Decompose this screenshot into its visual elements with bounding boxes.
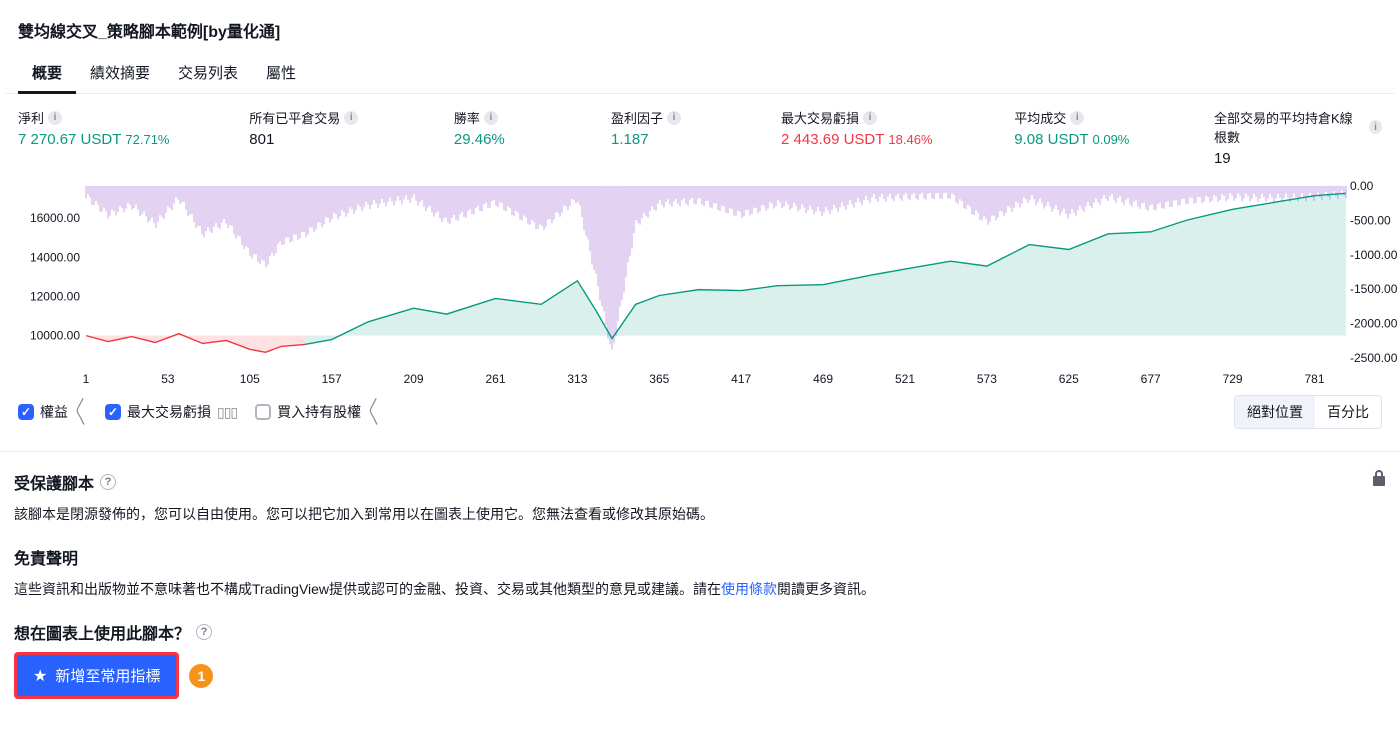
scale-toggle: 絕對位置 百分比 <box>1234 395 1382 429</box>
lock-icon <box>1372 470 1386 489</box>
line-sample-icon: 〳〵 <box>74 402 87 422</box>
legend-label: 買入持有股權 <box>277 402 361 422</box>
svg-text:105: 105 <box>240 372 260 386</box>
terms-link[interactable]: 使用條款 <box>721 581 777 597</box>
metric-0: 淨利i 7 270.67 USDT72.71% <box>18 108 249 167</box>
tabs-row: 概要績效摘要交易列表屬性 <box>6 52 1394 94</box>
svg-text:729: 729 <box>1223 372 1243 386</box>
title-suffix: [by量化通] <box>203 24 280 41</box>
info-icon[interactable]: i <box>1070 111 1084 125</box>
svg-text:14000.00: 14000.00 <box>30 250 80 264</box>
svg-text:677: 677 <box>1141 372 1161 386</box>
checkbox-icon: ✓ <box>105 404 121 420</box>
tab-2[interactable]: 交易列表 <box>164 52 252 93</box>
script-info-panel: 受保護腳本 ? 該腳本是閉源發佈的，您可以自由使用。您可以把它加入到常用以在圖表… <box>0 451 1400 747</box>
svg-text:10000.00: 10000.00 <box>30 329 80 343</box>
legend-drawdown[interactable]: ✓ 最大交易虧損 ▯▯▯ <box>105 402 237 422</box>
metric-label: 淨利i <box>18 108 249 127</box>
protected-title: 受保護腳本 ? <box>14 470 1386 494</box>
svg-text:1: 1 <box>83 372 90 386</box>
svg-text:-500.00: -500.00 <box>1350 213 1391 227</box>
svg-text:12000.00: 12000.00 <box>30 289 80 303</box>
strategy-tester-panel: 雙均線交叉_策略腳本範例[by量化通] 概要績效摘要交易列表屬性 淨利i 7 27… <box>0 0 1400 433</box>
button-label: 新增至常用指標 <box>55 665 160 686</box>
disclaimer-text: 這些資訊和出版物並不意味著也不構成TradingView提供或認可的金融、投資、… <box>14 577 1386 602</box>
metric-label: 平均成交i <box>1014 108 1214 127</box>
svg-text:261: 261 <box>485 372 505 386</box>
line-sample-icon: 〳〵 <box>367 402 380 422</box>
disclaimer-section: 免責聲明 這些資訊和出版物並不意味著也不構成TradingView提供或認可的金… <box>14 545 1386 602</box>
metric-5: 平均成交i 9.08 USDT0.09% <box>1014 108 1214 167</box>
svg-text:625: 625 <box>1059 372 1079 386</box>
svg-text:781: 781 <box>1304 372 1324 386</box>
info-icon[interactable]: i <box>1369 120 1382 134</box>
metric-value: 29.46% <box>454 131 611 148</box>
svg-text:573: 573 <box>977 372 997 386</box>
add-to-favorites-button[interactable]: ★ 新增至常用指標 <box>14 652 179 699</box>
svg-text:365: 365 <box>649 372 669 386</box>
svg-text:209: 209 <box>404 372 424 386</box>
metric-label: 全部交易的平均持倉K線根數i <box>1214 108 1382 146</box>
svg-text:-1000.00: -1000.00 <box>1350 248 1398 262</box>
info-icon[interactable]: i <box>863 111 877 125</box>
info-icon[interactable]: i <box>667 111 681 125</box>
tab-3[interactable]: 屬性 <box>252 52 310 93</box>
equity-chart[interactable]: 10000.00 12000.00 14000.00 16000.00 0.00 -500… <box>18 177 1394 387</box>
svg-text:521: 521 <box>895 372 915 386</box>
use-script-title: 想在圖表上使用此腳本？ ? <box>14 620 1386 644</box>
metrics-row: 淨利i 7 270.67 USDT72.71%所有已平倉交易i 801勝率i 29.4… <box>6 94 1394 167</box>
protected-section: 受保護腳本 ? 該腳本是閉源發佈的，您可以自由使用。您可以把它加入到常用以在圖表… <box>14 470 1386 527</box>
toggle-percent[interactable]: 百分比 <box>1315 396 1381 428</box>
svg-text:469: 469 <box>813 372 833 386</box>
info-icon[interactable]: i <box>484 111 498 125</box>
bar-sample-icon: ▯▯▯ <box>217 404 237 421</box>
legend-label: 權益 <box>40 402 68 422</box>
help-icon[interactable]: ? <box>196 624 212 640</box>
svg-text:-2500.00: -2500.00 <box>1350 351 1398 365</box>
metric-6: 全部交易的平均持倉K線根數i 19 <box>1214 108 1382 167</box>
svg-text:53: 53 <box>161 372 175 386</box>
legend-label: 最大交易虧損 <box>127 402 211 422</box>
checkbox-icon: ✓ <box>18 404 34 420</box>
tab-1[interactable]: 績效摘要 <box>76 52 164 93</box>
use-script-section: 想在圖表上使用此腳本？ ? ★ 新增至常用指標 1 <box>14 620 1386 699</box>
page-title: 雙均線交叉_策略腳本範例[by量化通] <box>6 0 1394 46</box>
metric-2: 勝率i 29.46% <box>454 108 611 167</box>
metric-value: 801 <box>249 131 454 148</box>
metric-value: 9.08 USDT0.09% <box>1014 131 1214 148</box>
svg-text:313: 313 <box>567 372 587 386</box>
action-row: ★ 新增至常用指標 1 <box>14 652 1386 699</box>
metric-3: 盈利因子i 1.187 <box>611 108 781 167</box>
toggle-absolute[interactable]: 絕對位置 <box>1235 396 1315 428</box>
legend-equity[interactable]: ✓ 權益 〳〵 <box>18 402 87 422</box>
svg-text:0.00: 0.00 <box>1350 179 1374 193</box>
tab-0[interactable]: 概要 <box>18 52 76 93</box>
metric-value: 7 270.67 USDT72.71% <box>18 131 249 148</box>
svg-text:417: 417 <box>731 372 751 386</box>
metric-label: 最大交易虧損i <box>781 108 1014 127</box>
svg-text:16000.00: 16000.00 <box>30 211 80 225</box>
callout-badge: 1 <box>189 664 213 688</box>
disclaimer-title: 免責聲明 <box>14 545 1386 569</box>
legend-buyhold[interactable]: 買入持有股權 〳〵 <box>255 402 380 422</box>
help-icon[interactable]: ? <box>100 474 116 490</box>
svg-text:-1500.00: -1500.00 <box>1350 282 1398 296</box>
metric-4: 最大交易虧損i 2 443.69 USDT18.46% <box>781 108 1014 167</box>
title-main: 雙均線交叉_策略腳本範例 <box>18 24 203 41</box>
checkbox-icon <box>255 404 271 420</box>
metric-value: 19 <box>1214 150 1382 167</box>
protected-desc: 該腳本是閉源發佈的，您可以自由使用。您可以把它加入到常用以在圖表上使用它。您無法… <box>14 502 1386 527</box>
metric-value: 2 443.69 USDT18.46% <box>781 131 1014 148</box>
svg-text:-2000.00: -2000.00 <box>1350 317 1398 331</box>
star-icon: ★ <box>33 666 47 686</box>
metric-label: 盈利因子i <box>611 108 781 127</box>
metric-label: 勝率i <box>454 108 611 127</box>
metric-1: 所有已平倉交易i 801 <box>249 108 454 167</box>
svg-text:157: 157 <box>322 372 342 386</box>
chart-legend-row: ✓ 權益 〳〵 ✓ 最大交易虧損 ▯▯▯ 買入持有股權 〳〵 絕對位置 百分比 <box>6 387 1394 433</box>
info-icon[interactable]: i <box>344 111 358 125</box>
metric-value: 1.187 <box>611 131 781 148</box>
info-icon[interactable]: i <box>48 111 62 125</box>
metric-label: 所有已平倉交易i <box>249 108 454 127</box>
